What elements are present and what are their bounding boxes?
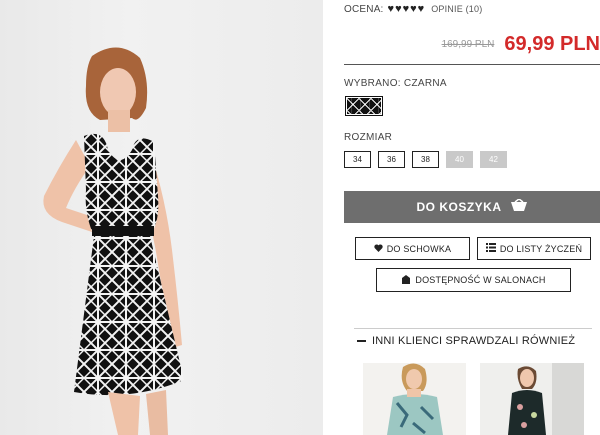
cart-icon <box>510 197 528 216</box>
price-row: 169,99 PLN 69,99 PLN <box>344 26 600 62</box>
size-option-36[interactable]: 36 <box>378 151 405 168</box>
selected-color-label: WYBRANO: CZARNA <box>344 78 447 89</box>
size-option-42: 42 <box>480 151 507 168</box>
color-swatch-black[interactable] <box>345 96 383 116</box>
size-options: 34 36 38 40 42 <box>344 151 507 168</box>
swatch-pattern <box>347 98 381 114</box>
recommended-product-2[interactable] <box>480 363 584 435</box>
add-to-cart-button[interactable]: DO KOSZYKA <box>344 191 600 223</box>
add-to-wishlist-button[interactable]: DO LISTY ŻYCZEŃ <box>477 237 591 260</box>
recommended-title: INNI KLIENCI SPRAWDZALI RÓWNIEŻ <box>372 335 576 347</box>
current-price: 69,99 PLN <box>504 32 600 55</box>
product-photo[interactable] <box>0 0 323 435</box>
store-availability-button[interactable]: DOSTĘPNOŚĆ W SALONACH <box>376 268 571 292</box>
reviews-link[interactable]: OPINIE (10) <box>431 4 482 14</box>
add-to-wishlist-label: DO LISTY ŻYCZEŃ <box>499 243 583 254</box>
heart-rating-icons: ♥♥♥♥♥ <box>387 3 426 15</box>
store-icon <box>401 274 411 286</box>
minus-icon <box>357 340 366 342</box>
size-option-40: 40 <box>446 151 473 168</box>
heart-icon <box>374 243 383 254</box>
recommended-product-1[interactable] <box>363 363 466 435</box>
section-divider <box>354 328 592 329</box>
add-to-stash-button[interactable]: DO SCHOWKA <box>355 237 470 260</box>
add-to-cart-label: DO KOSZYKA <box>416 200 502 214</box>
rating: OCENA: ♥♥♥♥♥ OPINIE (10) <box>344 3 482 15</box>
size-label: ROZMIAR <box>344 132 393 143</box>
size-option-38[interactable]: 38 <box>412 151 439 168</box>
recommended-product-image <box>387 363 443 435</box>
old-price: 169,99 PLN <box>441 38 495 50</box>
add-to-stash-label: DO SCHOWKA <box>386 243 452 254</box>
model-illustration <box>43 47 184 435</box>
divider <box>344 64 600 65</box>
recommended-header[interactable]: INNI KLIENCI SPRAWDZALI RÓWNIEŻ <box>357 335 575 347</box>
size-option-34[interactable]: 34 <box>344 151 371 168</box>
recommended-product-image <box>508 363 584 435</box>
list-icon <box>485 243 496 254</box>
store-availability-label: DOSTĘPNOŚĆ W SALONACH <box>415 275 546 285</box>
rating-label: OCENA: <box>344 3 384 15</box>
